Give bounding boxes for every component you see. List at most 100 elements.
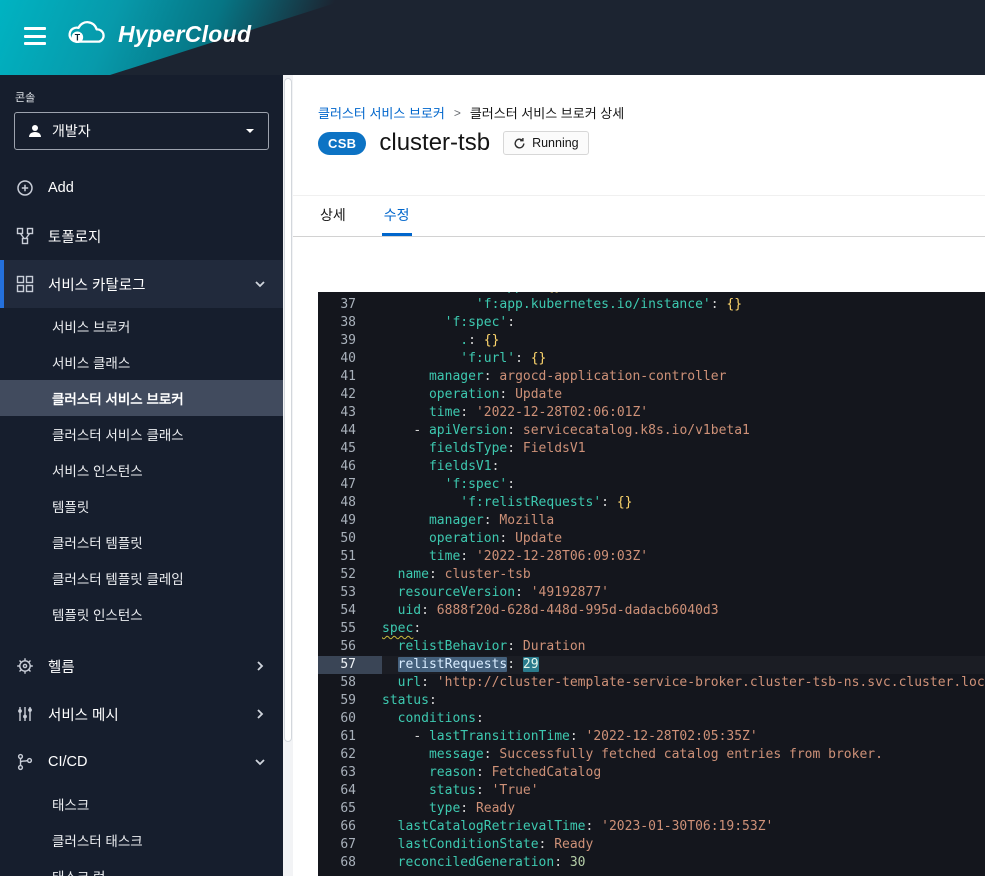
sidebar-item-helm[interactable]: 헬름 (0, 642, 283, 690)
code-line[interactable]: 39 .: {} (318, 332, 985, 350)
code-token: : (507, 423, 523, 438)
mesh-icon (16, 705, 34, 723)
code-line-text: reason: FetchedCatalog (382, 764, 985, 782)
code-line[interactable]: 64 status: 'True' (318, 782, 985, 800)
code-line-text: conditions: (382, 710, 985, 728)
code-line-text: 'f:spec': (382, 476, 985, 494)
code-token: : (507, 315, 515, 330)
code-line[interactable]: 47 'f:spec': (318, 476, 985, 494)
line-number: 44 (318, 422, 382, 440)
sidebar-item-template-instance[interactable]: 템플릿 인스턴스 (0, 596, 283, 632)
code-line[interactable]: 49 manager: Mozilla (318, 512, 985, 530)
code-line[interactable]: 44 - apiVersion: servicecatalog.k8s.io/v… (318, 422, 985, 440)
sidebar-item-cicd[interactable]: CI/CD (0, 738, 283, 786)
code-line[interactable]: 68 reconciledGeneration: 30 (318, 854, 985, 872)
sidebar-item-cluster-template-claim[interactable]: 클러스터 템플릿 클레임 (0, 560, 283, 596)
code-line[interactable]: 61 - lastTransitionTime: '2022-12-28T02:… (318, 728, 985, 746)
code-token: 'http://cluster-template-service-broker.… (437, 675, 985, 690)
code-token: {} (726, 297, 742, 312)
sidebar-item-service-catalog[interactable]: 서비스 카탈로그 (0, 260, 283, 308)
line-number: 65 (318, 800, 382, 818)
code-token: : (711, 297, 727, 312)
perspective-switcher[interactable]: 개발자 (14, 112, 269, 150)
tab-bar: 상세 수정 (293, 196, 985, 237)
tab-edit[interactable]: 수정 (382, 196, 412, 236)
code-line[interactable]: 53 resourceVersion: '49192877' (318, 584, 985, 602)
code-token: : (429, 567, 445, 582)
sidebar-scrollbar[interactable] (283, 75, 293, 876)
code-line-text: reconciledGeneration: 30 (382, 854, 985, 872)
sidebar-item-cluster-task[interactable]: 클러스터 태스크 (0, 822, 283, 858)
code-line[interactable]: 43 time: '2022-12-28T02:06:01Z' (318, 404, 985, 422)
code-token: : (531, 292, 547, 294)
code-line[interactable]: 58 url: 'http://cluster-template-service… (318, 674, 985, 692)
sidebar-item-service-broker[interactable]: 서비스 브로커 (0, 308, 283, 344)
hamburger-menu-button[interactable] (24, 27, 50, 49)
code-token: status (429, 783, 476, 798)
code-line[interactable]: 52 name: cluster-tsb (318, 566, 985, 584)
code-token: : (507, 639, 523, 654)
sidebar-item-task[interactable]: 태스크 (0, 786, 283, 822)
sidebar-item-template[interactable]: 템플릿 (0, 488, 283, 524)
sidebar-item-add[interactable]: Add (0, 164, 283, 212)
code-token (382, 477, 445, 492)
line-number: 37 (318, 296, 382, 314)
app-header: T HyperCloud (0, 0, 985, 75)
code-line[interactable]: 51 time: '2022-12-28T06:09:03Z' (318, 548, 985, 566)
sidebar-item-cluster-template[interactable]: 클러스터 템플릿 (0, 524, 283, 560)
sidebar-item-cluster-service-class[interactable]: 클러스터 서비스 클래스 (0, 416, 283, 452)
code-token: Update (515, 531, 562, 546)
sidebar-item-topology[interactable]: 토폴로지 (0, 212, 283, 260)
code-line[interactable]: 63 reason: FetchedCatalog (318, 764, 985, 782)
code-token (382, 297, 476, 312)
code-line[interactable]: 56 relistBehavior: Duration (318, 638, 985, 656)
code-line[interactable]: 46 fieldsV1: (318, 458, 985, 476)
code-line[interactable]: 40 'f:url': {} (318, 350, 985, 368)
breadcrumb-link[interactable]: 클러스터 서비스 브로커 (318, 103, 445, 122)
status-badge: Running (503, 131, 589, 155)
code-line-text: status: (382, 692, 985, 710)
line-number: 42 (318, 386, 382, 404)
code-token: name (398, 567, 429, 582)
sidebar-item-cluster-service-broker[interactable]: 클러스터 서비스 브로커 (0, 380, 283, 416)
line-number: 54 (318, 602, 382, 620)
code-line[interactable]: 37 'f:app.kubernetes.io/instance': {} (318, 296, 985, 314)
code-line[interactable]: 38 'f:spec': (318, 314, 985, 332)
code-line-text: 'f:url': {} (382, 350, 985, 368)
brand-logo[interactable]: T HyperCloud (66, 18, 251, 51)
code-token: uid (398, 603, 421, 618)
scrollbar-thumb[interactable] (284, 78, 292, 742)
sidebar-item-service-class[interactable]: 서비스 클래스 (0, 344, 283, 380)
yaml-editor[interactable]: 36 'f:app': {}37 'f:app.kubernetes.io/in… (318, 292, 985, 876)
tab-details[interactable]: 상세 (318, 196, 348, 236)
code-token: : (507, 441, 523, 456)
code-line[interactable]: 42 operation: Update (318, 386, 985, 404)
code-line[interactable]: 41 manager: argocd-application-controlle… (318, 368, 985, 386)
line-number: 39 (318, 332, 382, 350)
code-line[interactable]: 60 conditions: (318, 710, 985, 728)
code-line-text: uid: 6888f20d-628d-448d-995d-dadacb6040d… (382, 602, 985, 620)
code-line[interactable]: 62 message: Successfully fetched catalog… (318, 746, 985, 764)
code-line[interactable]: 54 uid: 6888f20d-628d-448d-995d-dadacb60… (318, 602, 985, 620)
code-line[interactable]: 67 lastConditionState: Ready (318, 836, 985, 854)
line-number: 62 (318, 746, 382, 764)
code-line[interactable]: 50 operation: Update (318, 530, 985, 548)
code-token: : (586, 819, 602, 834)
code-line[interactable]: 57 relistRequests: 29 (318, 656, 985, 674)
code-token: 29 (523, 657, 539, 672)
sidebar-item-task-run[interactable]: 태스크 런 (0, 858, 283, 876)
helm-icon (16, 657, 34, 675)
code-line[interactable]: 66 lastCatalogRetrievalTime: '2023-01-30… (318, 818, 985, 836)
code-line[interactable]: 59status: (318, 692, 985, 710)
code-line[interactable]: 48 'f:relistRequests': {} (318, 494, 985, 512)
code-token (382, 513, 429, 528)
code-line-text: 'f:spec': (382, 314, 985, 332)
code-line-text: 'f:app.kubernetes.io/instance': {} (382, 296, 985, 314)
code-line[interactable]: 45 fieldsType: FieldsV1 (318, 440, 985, 458)
code-token: Duration (523, 639, 586, 654)
sidebar-item-service-mesh[interactable]: 서비스 메시 (0, 690, 283, 738)
code-line[interactable]: 55spec: (318, 620, 985, 638)
code-line[interactable]: 65 type: Ready (318, 800, 985, 818)
sidebar-item-service-instance[interactable]: 서비스 인스턴스 (0, 452, 283, 488)
line-number: 43 (318, 404, 382, 422)
